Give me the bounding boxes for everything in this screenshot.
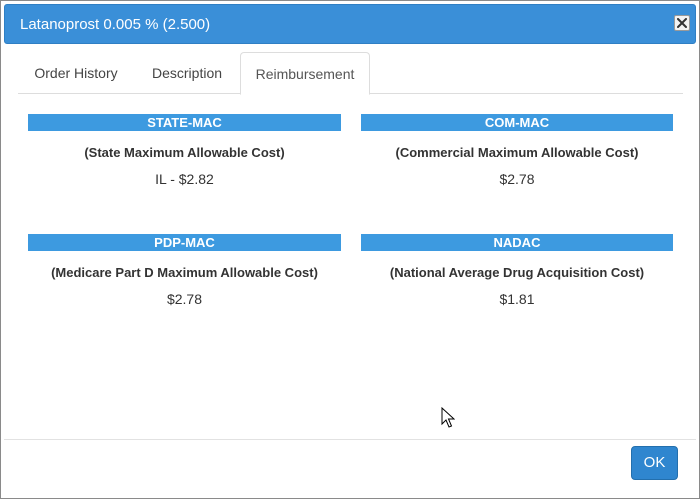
section-header: STATE-MAC <box>28 114 341 131</box>
footer-divider <box>4 439 696 440</box>
pdp-mac-section: PDP-MAC (Medicare Part D Maximum Allowab… <box>28 234 341 307</box>
section-price: $2.78 <box>166 291 203 307</box>
section-price: IL - $2.82 <box>155 171 214 187</box>
ok-button[interactable]: OK <box>631 446 678 480</box>
nadac-section: NADAC (National Average Drug Acquisition… <box>361 234 673 307</box>
section-description: (State Maximum Allowable Cost) <box>84 145 285 160</box>
com-mac-section: COM-MAC (Commercial Maximum Allowable Co… <box>361 114 673 187</box>
state-mac-section: STATE-MAC (State Maximum Allowable Cost)… <box>28 114 341 187</box>
close-button[interactable] <box>674 15 690 31</box>
section-description: (Commercial Maximum Allowable Cost) <box>395 145 639 160</box>
section-header: COM-MAC <box>361 114 673 131</box>
section-price: $1.81 <box>499 291 535 307</box>
section-header: NADAC <box>361 234 673 251</box>
section-price: $2.78 <box>499 171 535 187</box>
mouse-pointer-icon <box>441 407 455 428</box>
close-icon <box>677 18 687 28</box>
dialog-titlebar: Latanoprost 0.005 % (2.500) <box>4 4 696 44</box>
section-header: PDP-MAC <box>28 234 341 251</box>
section-description: (Medicare Part D Maximum Allowable Cost) <box>51 265 318 280</box>
section-description: (National Average Drug Acquisition Cost) <box>389 265 645 280</box>
dialog-title: Latanoprost 0.005 % (2.500) <box>20 16 211 33</box>
tab-description[interactable]: Description <box>135 52 239 94</box>
tab-order-history[interactable]: Order History <box>18 52 134 94</box>
tab-reimbursement[interactable]: Reimbursement <box>240 52 370 95</box>
reimbursement-dialog: Latanoprost 0.005 % (2.500) Order Histor… <box>0 0 700 499</box>
tab-bar: Order History Description Reimbursement <box>18 52 683 95</box>
